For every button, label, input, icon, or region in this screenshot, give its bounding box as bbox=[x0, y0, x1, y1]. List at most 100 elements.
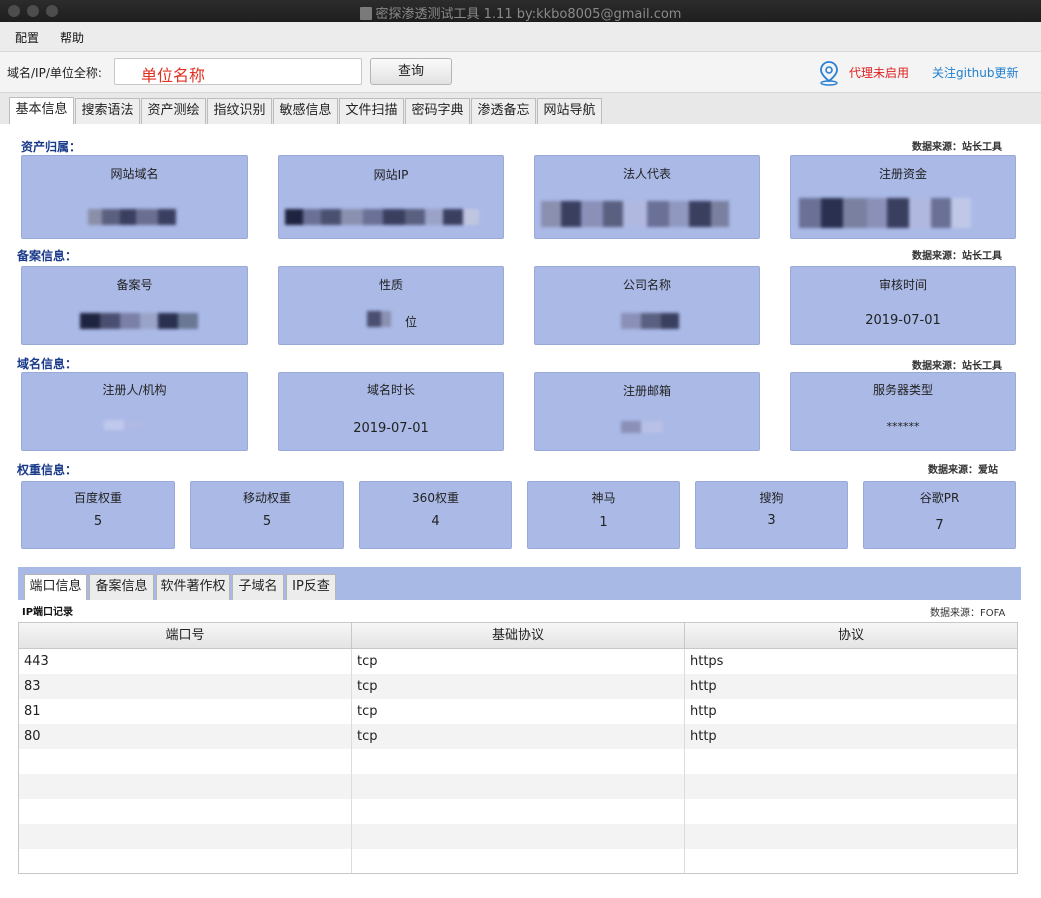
domain-section-title: 域名信息： bbox=[17, 357, 78, 371]
card-value: 7 bbox=[935, 518, 944, 533]
card-label: 公司名称 bbox=[622, 278, 671, 292]
redacted-value bbox=[621, 421, 663, 436]
redacted-value bbox=[621, 313, 679, 332]
card-google-pr: 谷歌PR 7 bbox=[863, 481, 1016, 549]
main-tabbar: 基本信息 搜索语法 资产测绘 指纹识别 敏感信息 文件扫描 密码字典 渗透备忘 … bbox=[0, 92, 1041, 125]
search-label: 域名/IP/单位全称: bbox=[7, 66, 102, 80]
query-button[interactable]: 查询 bbox=[370, 58, 452, 85]
redacted-value bbox=[88, 209, 176, 228]
cell-port: 443 bbox=[19, 649, 352, 674]
card-nature: 性质 位 bbox=[278, 266, 504, 345]
tab-basic-info[interactable]: 基本信息 bbox=[9, 97, 74, 125]
card-value: 2019-07-01 bbox=[865, 313, 941, 328]
card-label: 备案号 bbox=[116, 278, 153, 292]
proxy-status: 代理未启用 bbox=[849, 66, 910, 80]
card-value: 4 bbox=[431, 514, 440, 529]
domain-source: 数据来源：站长工具 bbox=[912, 361, 1002, 372]
card-value: 5 bbox=[262, 514, 272, 529]
table-row[interactable]: 81 tcp http bbox=[19, 699, 1017, 724]
card-label: 网站IP bbox=[373, 168, 409, 182]
card-label: 移动权重 bbox=[242, 491, 291, 505]
subtab-software-copyright[interactable]: 软件著作权 bbox=[156, 574, 230, 600]
redacted-value bbox=[285, 209, 479, 228]
column-header-protocol[interactable]: 协议 bbox=[685, 623, 1017, 649]
search-input[interactable]: 单位名称 bbox=[114, 58, 362, 85]
menu-help[interactable]: 帮助 bbox=[60, 29, 84, 46]
asset-source: 数据来源：站长工具 bbox=[912, 142, 1002, 153]
redacted-value bbox=[541, 201, 729, 230]
cell-base-protocol: tcp bbox=[352, 674, 685, 699]
card-domain-age: 域名时长 2019-07-01 bbox=[278, 372, 504, 451]
subtab-port-info[interactable]: 端口信息 bbox=[24, 574, 87, 600]
weight-source: 数据来源：爱站 bbox=[928, 465, 998, 476]
table-row-empty bbox=[19, 824, 1017, 849]
card-icp-number: 备案号 bbox=[21, 266, 248, 345]
subtab-icp-info[interactable]: 备案信息 bbox=[89, 574, 154, 600]
basic-info-panel: 资产归属： 数据来源：站长工具 网站域名 网站IP 法人代表 注册资金 备案信息… bbox=[0, 124, 1041, 898]
card-label: 性质 bbox=[378, 278, 403, 292]
card-value: ****** bbox=[886, 420, 920, 433]
card-legal-rep: 法人代表 bbox=[534, 155, 760, 239]
sub-tabbar: 端口信息 备案信息 软件著作权 子域名 IP反查 bbox=[18, 567, 1021, 600]
redacted-value bbox=[104, 419, 144, 433]
asset-section-title: 资产归属： bbox=[21, 140, 82, 154]
table-row[interactable]: 83 tcp http bbox=[19, 674, 1017, 699]
card-registrant: 注册人/机构 bbox=[21, 372, 248, 451]
card-label: 注册资金 bbox=[878, 167, 927, 181]
tab-file-scan[interactable]: 文件扫描 bbox=[339, 98, 404, 124]
subtab-subdomain[interactable]: 子域名 bbox=[232, 574, 284, 600]
subtab-ip-reverse[interactable]: IP反查 bbox=[286, 574, 336, 600]
card-value: 1 bbox=[599, 515, 608, 530]
card-label: 网站域名 bbox=[110, 167, 159, 181]
card-label: 谷歌PR bbox=[919, 491, 960, 505]
card-baidu-weight: 百度权重 5 bbox=[21, 481, 175, 549]
github-update-link[interactable]: 关注github更新 bbox=[932, 64, 1019, 81]
card-reg-email: 注册邮箱 bbox=[534, 372, 760, 451]
cell-base-protocol: tcp bbox=[352, 724, 685, 749]
tab-site-nav[interactable]: 网站导航 bbox=[537, 98, 602, 124]
card-value: 2019-07-01 bbox=[353, 421, 429, 436]
card-label: 注册邮箱 bbox=[622, 384, 671, 398]
port-table-title: IP端口记录 bbox=[22, 607, 74, 618]
app-icon bbox=[359, 7, 372, 20]
card-site-ip: 网站IP bbox=[278, 155, 504, 239]
cell-port: 80 bbox=[19, 724, 352, 749]
table-row-empty bbox=[19, 749, 1017, 774]
cell-port: 81 bbox=[19, 699, 352, 724]
tab-password-dict[interactable]: 密码字典 bbox=[405, 98, 470, 124]
table-row-empty bbox=[19, 774, 1017, 799]
tab-search-syntax[interactable]: 搜索语法 bbox=[75, 98, 140, 124]
card-audit-time: 审核时间 2019-07-01 bbox=[790, 266, 1016, 345]
tab-asset-mapping[interactable]: 资产测绘 bbox=[141, 98, 206, 124]
card-label: 360权重 bbox=[412, 491, 459, 505]
menu-config[interactable]: 配置 bbox=[15, 29, 39, 46]
card-reg-capital: 注册资金 bbox=[790, 155, 1016, 239]
window-title: 密探渗透测试工具 1.11 by:kkbo8005@gmail.com bbox=[375, 7, 682, 22]
card-server-type: 服务器类型 ****** bbox=[790, 372, 1016, 451]
tab-sensitive-info[interactable]: 敏感信息 bbox=[273, 98, 338, 124]
tab-pentest-memo[interactable]: 渗透备忘 bbox=[471, 98, 536, 124]
card-value: 5 bbox=[93, 514, 103, 529]
card-label: 注册人/机构 bbox=[102, 383, 167, 397]
tab-fingerprint[interactable]: 指纹识别 bbox=[207, 98, 272, 124]
column-header-port[interactable]: 端口号 bbox=[19, 623, 352, 649]
table-row[interactable]: 443 tcp https bbox=[19, 649, 1017, 674]
port-table: 端口号 基础协议 协议 443 tcp https 83 tcp http 81… bbox=[18, 622, 1018, 874]
card-shenma-weight: 神马 1 bbox=[527, 481, 680, 549]
column-header-base-protocol[interactable]: 基础协议 bbox=[352, 623, 685, 649]
card-label: 神马 bbox=[591, 491, 616, 505]
table-row-empty bbox=[19, 849, 1017, 873]
card-value: 位 bbox=[405, 315, 418, 329]
card-360-weight: 360权重 4 bbox=[359, 481, 512, 549]
card-sogou-weight: 搜狗 3 bbox=[695, 481, 848, 549]
card-site-domain: 网站域名 bbox=[21, 155, 248, 239]
card-label: 法人代表 bbox=[622, 167, 671, 181]
search-row: 域名/IP/单位全称: 单位名称 查询 代理未启用 关注github更新 bbox=[0, 52, 1041, 92]
card-mobile-weight: 移动权重 5 bbox=[190, 481, 344, 549]
redacted-value bbox=[367, 311, 391, 330]
cell-protocol: http bbox=[690, 679, 717, 694]
card-label: 域名时长 bbox=[366, 383, 415, 397]
table-row-empty bbox=[19, 799, 1017, 824]
card-company-name: 公司名称 bbox=[534, 266, 760, 345]
table-row[interactable]: 80 tcp http bbox=[19, 724, 1017, 749]
